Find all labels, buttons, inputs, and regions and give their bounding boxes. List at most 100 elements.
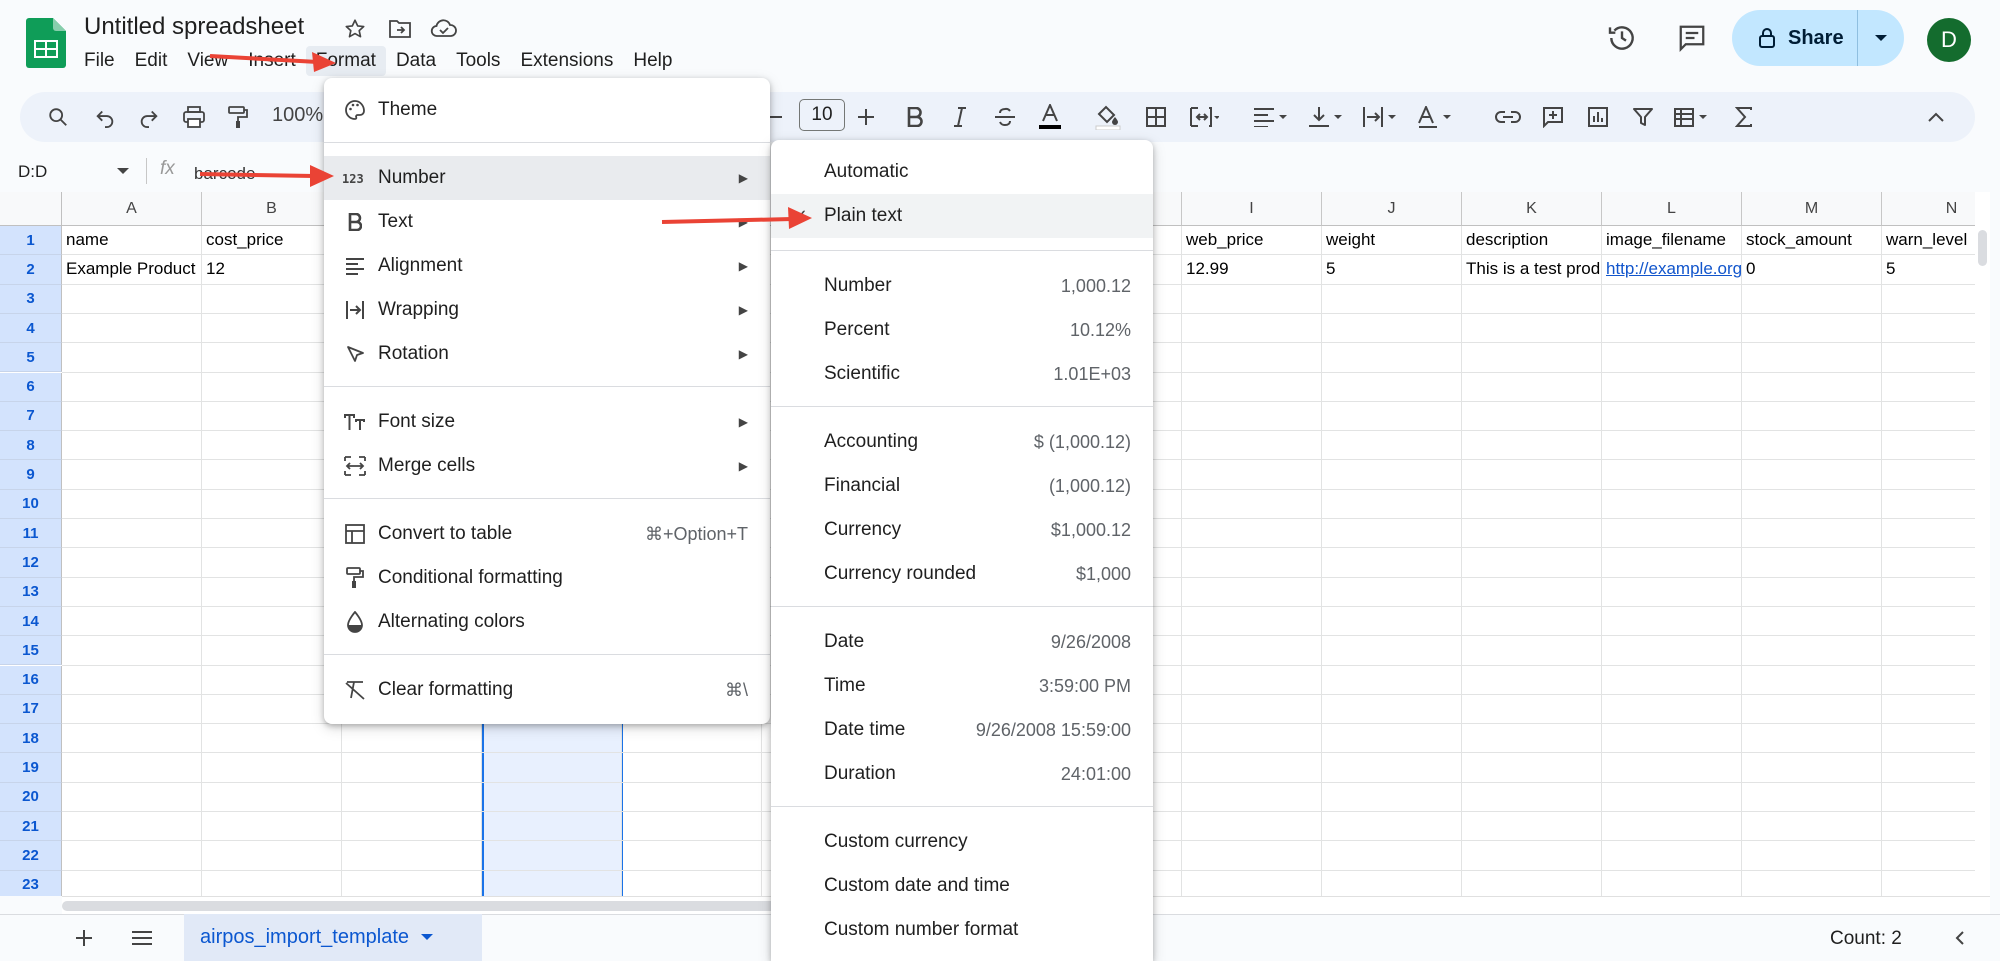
row-header-23[interactable]: 23: [0, 870, 62, 896]
cell-k2[interactable]: This is a test product: [1462, 255, 1601, 284]
column-header-l[interactable]: L: [1602, 192, 1742, 226]
number-currency-rounded-item[interactable]: Currency rounded $1,000: [771, 552, 1153, 596]
merge-cells-icon[interactable]: [1186, 99, 1222, 135]
row-header-15[interactable]: 15: [0, 636, 62, 666]
row-header-6[interactable]: 6: [0, 372, 62, 402]
cell-m2[interactable]: 0: [1742, 255, 1881, 284]
menu-format[interactable]: Format: [305, 46, 386, 76]
strikethrough-icon[interactable]: [987, 99, 1023, 135]
cell-k1[interactable]: description: [1462, 226, 1601, 255]
share-button[interactable]: Share: [1732, 10, 1904, 66]
format-wrapping-item[interactable]: Wrapping ▶: [324, 288, 770, 332]
row-header-3[interactable]: 3: [0, 284, 62, 314]
print-icon[interactable]: [176, 99, 212, 135]
insert-link-icon[interactable]: [1490, 99, 1526, 135]
side-panel-toggle-icon[interactable]: [1950, 928, 1970, 948]
select-all-corner[interactable]: [0, 192, 62, 226]
account-avatar[interactable]: D: [1927, 18, 1971, 62]
cell-j2[interactable]: 5: [1322, 255, 1461, 284]
functions-icon[interactable]: [1726, 99, 1762, 135]
selection-count[interactable]: Count: 2: [1830, 928, 1902, 950]
number-duration-item[interactable]: Duration 24:01:00: [771, 752, 1153, 796]
number-automatic-item[interactable]: Automatic: [771, 150, 1153, 194]
menu-data[interactable]: Data: [386, 46, 446, 76]
redo-icon[interactable]: [131, 99, 167, 135]
cell-a1[interactable]: name: [62, 226, 201, 255]
all-sheets-menu-icon[interactable]: [126, 922, 158, 954]
horizontal-align-icon[interactable]: [1252, 99, 1288, 135]
number-date-item[interactable]: Date 9/26/2008: [771, 620, 1153, 664]
italic-icon[interactable]: [942, 99, 978, 135]
menu-file[interactable]: File: [74, 46, 125, 76]
number-plain-text-item[interactable]: ✓ Plain text: [771, 194, 1153, 238]
column-header-a[interactable]: A: [62, 192, 202, 226]
menu-tools[interactable]: Tools: [446, 46, 510, 76]
format-alternating-colors-item[interactable]: Alternating colors: [324, 600, 770, 644]
font-size-input[interactable]: 10: [799, 99, 845, 131]
cell-n2[interactable]: 5: [1882, 255, 1990, 284]
row-header-18[interactable]: 18: [0, 724, 62, 754]
formula-input[interactable]: barcode: [194, 164, 255, 184]
vertical-align-icon[interactable]: [1307, 99, 1343, 135]
row-header-10[interactable]: 10: [0, 489, 62, 519]
row-header-16[interactable]: 16: [0, 665, 62, 695]
cell-a2[interactable]: Example Product: [62, 255, 201, 284]
row-header-5[interactable]: 5: [0, 343, 62, 373]
menu-view[interactable]: View: [177, 46, 238, 76]
cell-l2[interactable]: http://example.org: [1602, 255, 1741, 284]
number-accounting-item[interactable]: Accounting $ (1,000.12): [771, 420, 1153, 464]
menu-insert[interactable]: Insert: [238, 46, 306, 76]
number-date-time-item[interactable]: Date time 9/26/2008 15:59:00: [771, 708, 1153, 752]
format-number-item[interactable]: 123 Number ▶: [324, 156, 770, 200]
undo-icon[interactable]: [87, 99, 123, 135]
vertical-scrollbar[interactable]: [1975, 192, 1990, 896]
vertical-scroll-thumb[interactable]: [1978, 230, 1987, 266]
borders-icon[interactable]: [1138, 99, 1174, 135]
row-header-13[interactable]: 13: [0, 577, 62, 607]
name-box[interactable]: D:D: [18, 162, 47, 182]
row-header-21[interactable]: 21: [0, 812, 62, 842]
format-convert-to-table-item[interactable]: Convert to table ⌘+Option+T: [324, 512, 770, 556]
cell-b1[interactable]: cost_price: [202, 226, 341, 255]
sheet-tab[interactable]: airpos_import_template: [184, 914, 482, 961]
number-currency-item[interactable]: Currency $1,000.12: [771, 508, 1153, 552]
version-history-icon[interactable]: [1602, 18, 1642, 58]
comments-icon[interactable]: [1672, 18, 1712, 58]
paint-format-icon[interactable]: [220, 99, 256, 135]
column-header-b[interactable]: B: [202, 192, 342, 226]
number-custom-currency-item[interactable]: Custom currency: [771, 820, 1153, 864]
format-merge-cells-item[interactable]: Merge cells ▶: [324, 444, 770, 488]
format-conditional-formatting-item[interactable]: Conditional formatting: [324, 556, 770, 600]
row-header-1[interactable]: 1: [0, 226, 62, 256]
row-header-12[interactable]: 12: [0, 548, 62, 578]
format-theme-item[interactable]: Theme: [324, 88, 770, 132]
row-header-9[interactable]: 9: [0, 460, 62, 490]
column-header-m[interactable]: M: [1742, 192, 1882, 226]
cell-i2[interactable]: 12.99: [1182, 255, 1321, 284]
cell-n1[interactable]: warn_level: [1882, 226, 1990, 255]
text-color-icon[interactable]: [1032, 99, 1068, 135]
number-number-item[interactable]: Number 1,000.12: [771, 264, 1153, 308]
number-scientific-item[interactable]: Scientific 1.01E+03: [771, 352, 1153, 396]
column-header-i[interactable]: I: [1182, 192, 1322, 226]
format-alignment-item[interactable]: Alignment ▶: [324, 244, 770, 288]
bold-icon[interactable]: [897, 99, 933, 135]
cell-j1[interactable]: weight: [1322, 226, 1461, 255]
insert-comment-icon[interactable]: [1535, 99, 1571, 135]
insert-chart-icon[interactable]: [1580, 99, 1616, 135]
row-header-19[interactable]: 19: [0, 753, 62, 783]
filter-views-icon[interactable]: [1672, 99, 1708, 135]
menu-extensions[interactable]: Extensions: [510, 46, 623, 76]
number-custom-date-time-item[interactable]: Custom date and time: [771, 864, 1153, 908]
sheet-tab-dropdown-icon[interactable]: [421, 934, 433, 941]
increase-font-size-icon[interactable]: [848, 99, 884, 135]
filter-icon[interactable]: [1625, 99, 1661, 135]
menu-help[interactable]: Help: [623, 46, 682, 76]
cell-i1[interactable]: web_price: [1182, 226, 1321, 255]
format-text-item[interactable]: Text ▶: [324, 200, 770, 244]
number-percent-item[interactable]: Percent 10.12%: [771, 308, 1153, 352]
text-wrapping-icon[interactable]: [1361, 99, 1397, 135]
collapse-toolbar-icon[interactable]: [1918, 99, 1954, 135]
sheets-logo-icon[interactable]: [26, 18, 66, 68]
row-header-4[interactable]: 4: [0, 313, 62, 344]
